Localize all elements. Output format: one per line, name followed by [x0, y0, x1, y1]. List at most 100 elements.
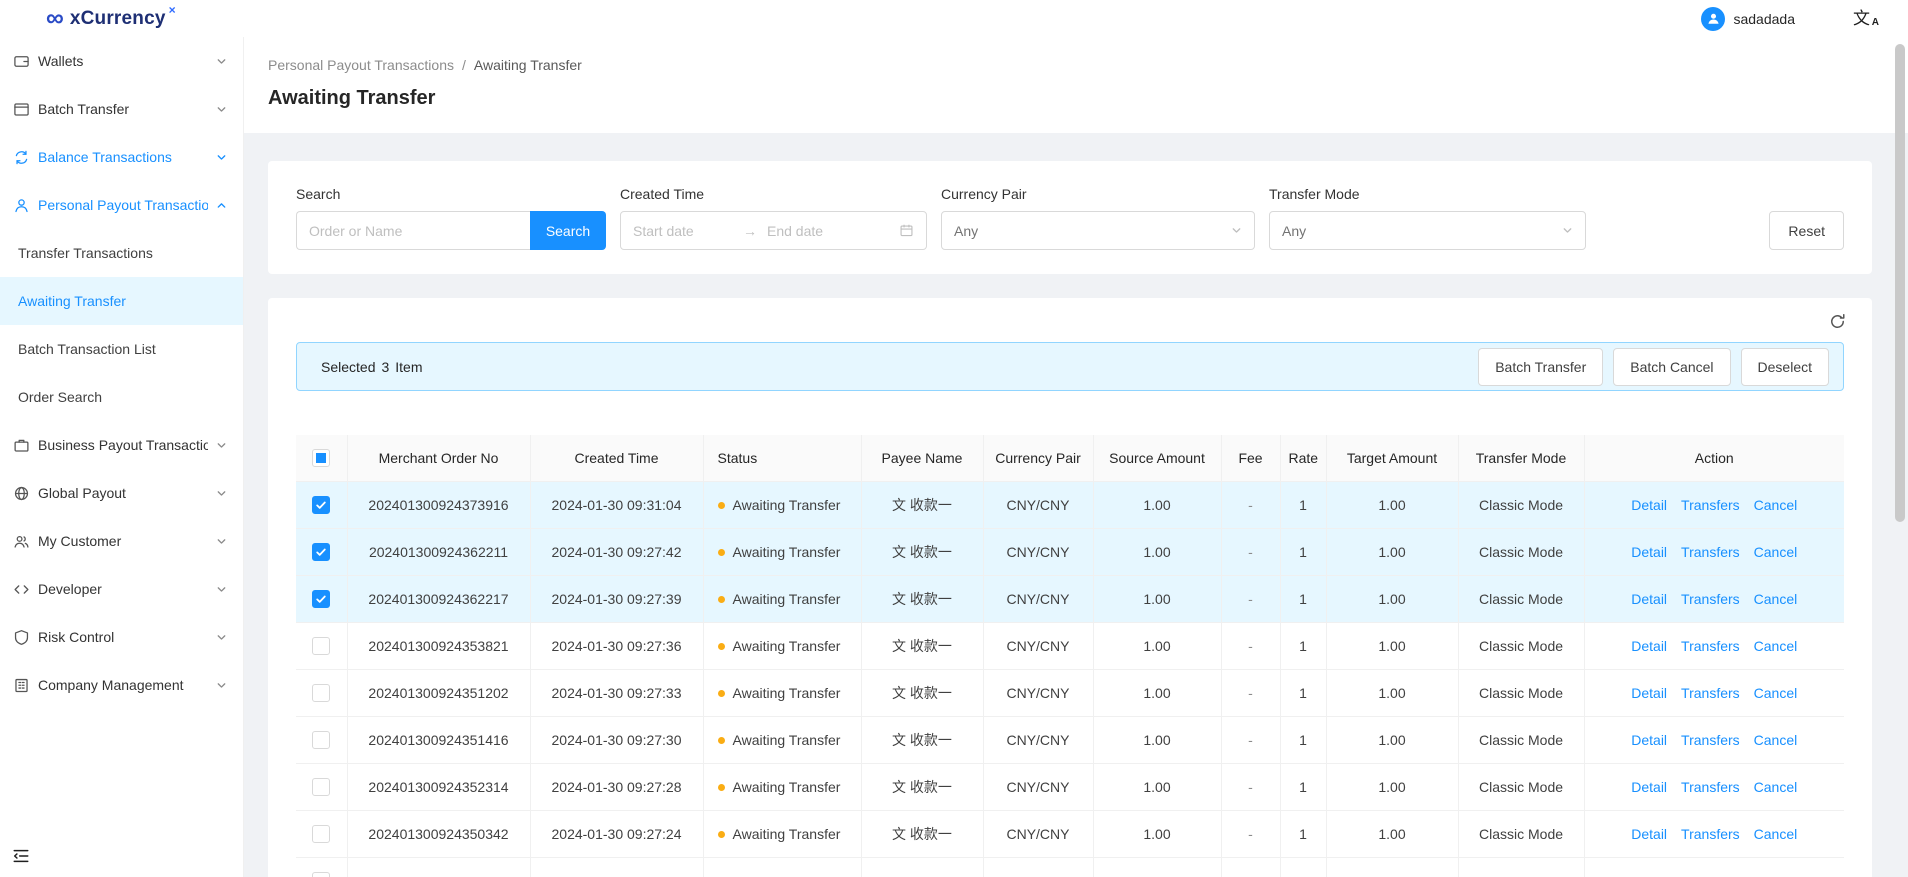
translate-icon[interactable]: 文A: [1853, 10, 1870, 27]
sidebar-item-label: Risk Control: [38, 629, 208, 645]
row-checkbox[interactable]: [312, 825, 330, 843]
cancel-link[interactable]: Cancel: [1754, 544, 1798, 560]
cell-target-amount: 1.00: [1326, 575, 1458, 622]
detail-link[interactable]: Detail: [1631, 497, 1667, 513]
cancel-link[interactable]: Cancel: [1754, 826, 1798, 842]
sidebar-subitem-transfer-transactions[interactable]: Transfer Transactions: [0, 229, 243, 277]
status-dot-icon: [718, 831, 725, 838]
row-checkbox[interactable]: [312, 684, 330, 702]
search-input[interactable]: [296, 211, 530, 250]
sidebar-item-business-payout-transactions[interactable]: Business Payout Transactions: [0, 421, 243, 469]
deselect-button[interactable]: Deselect: [1741, 348, 1829, 386]
chevron-down-icon: [216, 632, 227, 643]
sidebar-item-global-payout[interactable]: Global Payout: [0, 469, 243, 517]
detail-link[interactable]: Detail: [1631, 732, 1667, 748]
sidebar-item-company-management[interactable]: Company Management: [0, 661, 243, 709]
cell-transfer-mode: Classic Mode: [1458, 763, 1584, 810]
brand-logo[interactable]: ∞ xCurrency ×: [46, 6, 176, 31]
cell-target-amount: [1326, 857, 1458, 877]
sidebar-item-risk-control[interactable]: Risk Control: [0, 613, 243, 661]
cell-currency-pair: CNY/CNY: [983, 669, 1093, 716]
cancel-link[interactable]: Cancel: [1754, 685, 1798, 701]
row-checkbox[interactable]: [312, 778, 330, 796]
sidebar-subitem-awaiting-transfer[interactable]: Awaiting Transfer: [0, 277, 243, 325]
sidebar-item-balance-transactions[interactable]: Balance Transactions: [0, 133, 243, 181]
cancel-link[interactable]: Cancel: [1754, 591, 1798, 607]
row-checkbox[interactable]: [312, 872, 330, 877]
transfers-link[interactable]: Transfers: [1681, 732, 1740, 748]
cell-currency-pair: CNY/CNY: [983, 716, 1093, 763]
transfers-link[interactable]: Transfers: [1681, 826, 1740, 842]
cell-target-amount: 1.00: [1326, 481, 1458, 528]
reset-button[interactable]: Reset: [1769, 211, 1844, 250]
transfers-link[interactable]: Transfers: [1681, 544, 1740, 560]
cell-fee: -: [1221, 622, 1280, 669]
detail-link[interactable]: Detail: [1631, 591, 1667, 607]
business-payout-icon: [12, 436, 30, 454]
table-row: 2024013009243512022024-01-30 09:27:33Awa…: [296, 669, 1844, 716]
cell-rate: 1: [1280, 669, 1326, 716]
date-range-picker[interactable]: Start date → End date: [620, 211, 927, 250]
cell-transfer-mode: Classic Mode: [1458, 622, 1584, 669]
global-payout-icon: [12, 484, 30, 502]
cell-actions: Detail Transfers Cancel: [1584, 763, 1844, 810]
breadcrumb-parent[interactable]: Personal Payout Transactions: [268, 57, 454, 73]
cell-transfer-mode: [1458, 857, 1584, 877]
sidebar-item-wallets[interactable]: Wallets: [0, 37, 243, 85]
detail-link[interactable]: Detail: [1631, 779, 1667, 795]
cell-currency-pair: [983, 857, 1093, 877]
transfer-mode-select[interactable]: Any: [1269, 211, 1586, 250]
sidebar-subitem-order-search[interactable]: Order Search: [0, 373, 243, 421]
column-header: Payee Name: [861, 435, 983, 481]
cell-fee: -: [1221, 716, 1280, 763]
transfers-link[interactable]: Transfers: [1681, 779, 1740, 795]
brand-name: xCurrency: [70, 8, 166, 30]
vertical-scrollbar[interactable]: [1895, 40, 1905, 873]
sidebar-item-developer[interactable]: Developer: [0, 565, 243, 613]
cancel-link[interactable]: Cancel: [1754, 497, 1798, 513]
cell-currency-pair: CNY/CNY: [983, 622, 1093, 669]
row-checkbox[interactable]: [312, 590, 330, 608]
cell-rate: 1: [1280, 575, 1326, 622]
batch-cancel-button[interactable]: Batch Cancel: [1613, 348, 1730, 386]
sidebar-subitem-batch-transaction-list[interactable]: Batch Transaction List: [0, 325, 243, 373]
detail-link[interactable]: Detail: [1631, 638, 1667, 654]
cell-order-no: 202401300924362211: [347, 528, 530, 575]
cancel-link[interactable]: Cancel: [1754, 732, 1798, 748]
cell-target-amount: 1.00: [1326, 528, 1458, 575]
transfers-link[interactable]: Transfers: [1681, 638, 1740, 654]
currency-pair-select[interactable]: Any: [941, 211, 1255, 250]
sidebar-item-batch-transfer[interactable]: Batch Transfer: [0, 85, 243, 133]
brand-logo-icon: ∞: [46, 6, 64, 31]
cell-fee: -: [1221, 575, 1280, 622]
row-checkbox[interactable]: [312, 543, 330, 561]
chevron-down-icon: [1562, 225, 1573, 236]
column-header: Currency Pair: [983, 435, 1093, 481]
scrollbar-thumb[interactable]: [1895, 44, 1905, 522]
detail-link[interactable]: Detail: [1631, 685, 1667, 701]
transfers-link[interactable]: Transfers: [1681, 685, 1740, 701]
detail-link[interactable]: Detail: [1631, 544, 1667, 560]
transfers-link[interactable]: Transfers: [1681, 497, 1740, 513]
table-row: 2024013009243739162024-01-30 09:31:04Awa…: [296, 481, 1844, 528]
menu-fold-icon[interactable]: [12, 847, 30, 865]
row-checkbox[interactable]: [312, 731, 330, 749]
row-checkbox[interactable]: [312, 637, 330, 655]
table-row: 2024013009243523142024-01-30 09:27:28Awa…: [296, 763, 1844, 810]
reload-icon[interactable]: [1829, 313, 1846, 330]
detail-link[interactable]: Detail: [1631, 826, 1667, 842]
transfers-link[interactable]: Transfers: [1681, 591, 1740, 607]
cancel-link[interactable]: Cancel: [1754, 779, 1798, 795]
page-title: Awaiting Transfer: [268, 85, 1872, 111]
row-checkbox[interactable]: [312, 496, 330, 514]
select-all-checkbox[interactable]: [312, 449, 330, 467]
cancel-link[interactable]: Cancel: [1754, 638, 1798, 654]
user-menu[interactable]: sadadada: [1701, 7, 1795, 31]
batch-transfer-button[interactable]: Batch Transfer: [1478, 348, 1603, 386]
cell-order-no: 202401300924351202: [347, 669, 530, 716]
cell-status: Awaiting Transfer: [703, 716, 861, 763]
sidebar-item-my-customer[interactable]: My Customer: [0, 517, 243, 565]
header-right: sadadada 文A: [1701, 7, 1870, 31]
sidebar-item-personal-payout-transactions[interactable]: Personal Payout Transactions: [0, 181, 243, 229]
search-button[interactable]: Search: [530, 211, 606, 250]
